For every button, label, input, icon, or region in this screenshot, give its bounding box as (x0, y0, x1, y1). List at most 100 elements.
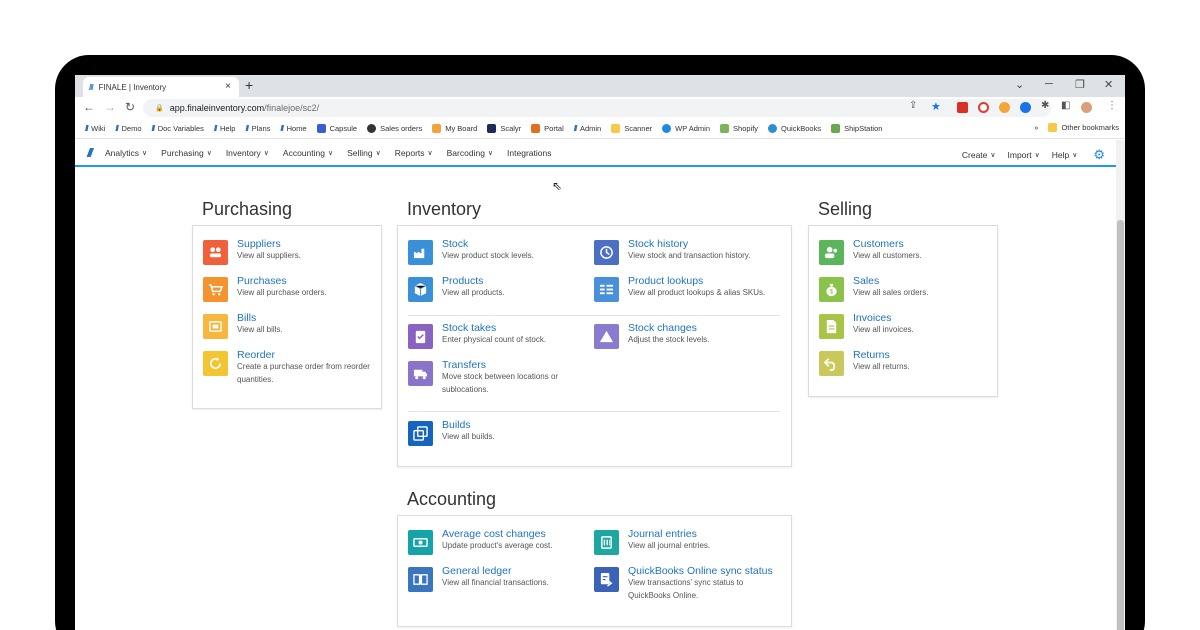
tab-search-icon[interactable]: ⌄ (1015, 78, 1024, 91)
item-title-link[interactable]: Stock (442, 238, 534, 250)
cash-icon (408, 530, 433, 555)
item-title-link[interactable]: Stock changes (628, 322, 709, 334)
item-title-link[interactable]: QuickBooks Online sync status (628, 565, 773, 577)
other-bookmarks[interactable]: Other bookmarks (1061, 123, 1119, 132)
item-title-link[interactable]: General ledger (442, 565, 549, 577)
bookmark-item[interactable]: ///Plans (245, 124, 270, 133)
selling-item-sales[interactable]: $ Sales View all sales orders. (819, 275, 928, 302)
extension-colorful-icon[interactable] (999, 102, 1010, 113)
item-title-link[interactable]: Bills (237, 312, 283, 324)
bookmark-item[interactable]: ///Demo (115, 124, 141, 133)
bookmark-item[interactable]: ShipStation (831, 124, 882, 133)
bookmark-star-icon[interactable]: ★ (931, 100, 941, 113)
item-title-link[interactable]: Journal entries (628, 528, 710, 540)
back-icon[interactable]: ← (83, 100, 95, 114)
extension-opera-icon[interactable] (978, 102, 989, 113)
bookmark-item[interactable]: Scanner (611, 124, 652, 133)
item-title-link[interactable]: Purchases (237, 275, 327, 287)
item-title-link[interactable]: Returns (853, 349, 910, 361)
purchasing-item-bills[interactable]: Bills View all bills. (203, 312, 283, 339)
reload-icon[interactable]: ↻ (125, 100, 135, 114)
inventory-item-stock[interactable]: Stock View product stock levels. (408, 238, 534, 265)
extension-red-icon[interactable] (957, 102, 968, 113)
item-title-link[interactable]: Transfers (442, 359, 582, 371)
item-title-link[interactable]: Stock takes (442, 322, 546, 334)
item-title-link[interactable]: Stock history (628, 238, 750, 250)
item-title-link[interactable]: Products (442, 275, 505, 287)
nav-barcoding[interactable]: Barcoding ∨ (447, 148, 493, 158)
inventory-item-stock-history[interactable]: Stock history View stock and transaction … (594, 238, 750, 265)
inventory-item-stock-takes[interactable]: Stock takes Enter physical count of stock… (408, 322, 546, 349)
accounting-item-general-ledger[interactable]: General ledger View all financial transac… (408, 565, 549, 592)
purchasing-item-purchases[interactable]: Purchases View all purchase orders. (203, 275, 327, 302)
scrollbar-thumb[interactable] (1117, 220, 1124, 630)
item-description: View transactions' sync status to QuickB… (628, 578, 744, 600)
bookmarks-overflow-icon[interactable]: » (1034, 123, 1038, 132)
bookmark-item[interactable]: ///Help (214, 124, 236, 133)
selling-item-customers[interactable]: Customers View all customers. (819, 238, 922, 265)
bookmark-item[interactable]: ///Admin (574, 124, 601, 133)
nav-analytics[interactable]: Analytics ∨ (105, 148, 147, 158)
inventory-item-builds[interactable]: Builds View all builds. (408, 419, 495, 446)
bookmark-item[interactable]: Portal (531, 124, 564, 133)
browser-tab[interactable]: /// FINALE | Inventory × (83, 77, 239, 97)
item-title-link[interactable]: Suppliers (237, 238, 301, 250)
inventory-item-product-lookups[interactable]: Product lookups View all product lookups … (594, 275, 765, 302)
selling-item-invoices[interactable]: Invoices View all invoices. (819, 312, 914, 339)
share-icon[interactable]: ⇪ (909, 100, 917, 111)
side-panel-icon[interactable]: ◧ (1061, 100, 1070, 111)
item-text: Transfers Move stock between locations or… (442, 359, 582, 396)
bookmark-item[interactable]: Scalyr (487, 124, 521, 133)
bookmark-item[interactable]: Shopify (720, 124, 758, 133)
purchasing-item-suppliers[interactable]: Suppliers View all suppliers. (203, 238, 301, 265)
item-title-link[interactable]: Product lookups (628, 275, 765, 287)
nav-help[interactable]: Help ∨ (1052, 150, 1078, 160)
bookmark-item[interactable]: QuickBooks (768, 124, 821, 133)
inventory-item-stock-changes[interactable]: Stock changes Adjust the stock levels. (594, 322, 709, 349)
item-description: View all builds. (442, 432, 495, 441)
inventory-item-products[interactable]: Products View all products. (408, 275, 505, 302)
item-title-link[interactable]: Sales (853, 275, 928, 287)
nav-selling[interactable]: Selling ∨ (347, 148, 381, 158)
minimize-icon[interactable]: ─ (1045, 78, 1053, 90)
extension-blue-icon[interactable] (1020, 102, 1031, 113)
item-title-link[interactable]: Reorder (237, 349, 377, 361)
nav-purchasing[interactable]: Purchasing ∨ (161, 148, 212, 158)
nav-inventory[interactable]: Inventory ∨ (226, 148, 269, 158)
browser-menu-icon[interactable]: ⋮ (1107, 100, 1117, 111)
profile-avatar[interactable] (1081, 102, 1092, 113)
item-title-link[interactable]: Customers (853, 238, 922, 250)
nav-accounting[interactable]: Accounting ∨ (283, 148, 333, 158)
nav-reports[interactable]: Reports ∨ (395, 148, 433, 158)
accounting-item-average-cost-changes[interactable]: Average cost changes Update product's ave… (408, 528, 552, 555)
window-close-icon[interactable]: ✕ (1104, 78, 1113, 91)
bookmark-item[interactable]: Capsule (316, 124, 357, 133)
bookmark-item[interactable]: My Board (432, 124, 477, 133)
finale-logo-icon[interactable]: /// (87, 146, 93, 160)
bookmark-item[interactable]: ///Home (280, 124, 306, 133)
accounting-item-quickbooks-online-sync-status[interactable]: QuickBooks Online sync status View transa… (594, 565, 773, 602)
page-scrollbar[interactable] (1116, 140, 1125, 630)
nav-create[interactable]: Create ∨ (962, 150, 996, 160)
bookmark-item[interactable]: Sales orders (367, 124, 422, 133)
inventory-item-transfers[interactable]: Transfers Move stock between locations or… (408, 359, 582, 396)
tab-close-icon[interactable]: × (225, 81, 231, 92)
item-title-link[interactable]: Builds (442, 419, 495, 431)
forward-icon[interactable]: → (104, 100, 116, 114)
item-title-link[interactable]: Average cost changes (442, 528, 552, 540)
purchasing-item-reorder[interactable]: Reorder Create a purchase order from reor… (203, 349, 377, 386)
maximize-icon[interactable]: ❐ (1075, 78, 1085, 91)
bookmark-item[interactable]: ///Doc Variables (152, 124, 204, 133)
selling-item-returns[interactable]: Returns View all returns. (819, 349, 910, 376)
nav-import[interactable]: Import ∨ (1008, 150, 1040, 160)
new-tab-button[interactable]: + (245, 77, 253, 93)
settings-gear-icon[interactable]: ⚙ (1093, 147, 1105, 163)
section-divider (408, 411, 780, 412)
accounting-item-journal-entries[interactable]: Journal entries View all journal entries. (594, 528, 710, 555)
nav-label: Reports (394, 147, 425, 158)
bookmark-item[interactable]: WP Admin (662, 124, 710, 133)
extensions-puzzle-icon[interactable]: ✱ (1041, 100, 1049, 111)
bookmark-item[interactable]: ///Wiki (85, 124, 105, 133)
nav-integrations[interactable]: Integrations (507, 148, 551, 158)
item-title-link[interactable]: Invoices (853, 312, 914, 324)
